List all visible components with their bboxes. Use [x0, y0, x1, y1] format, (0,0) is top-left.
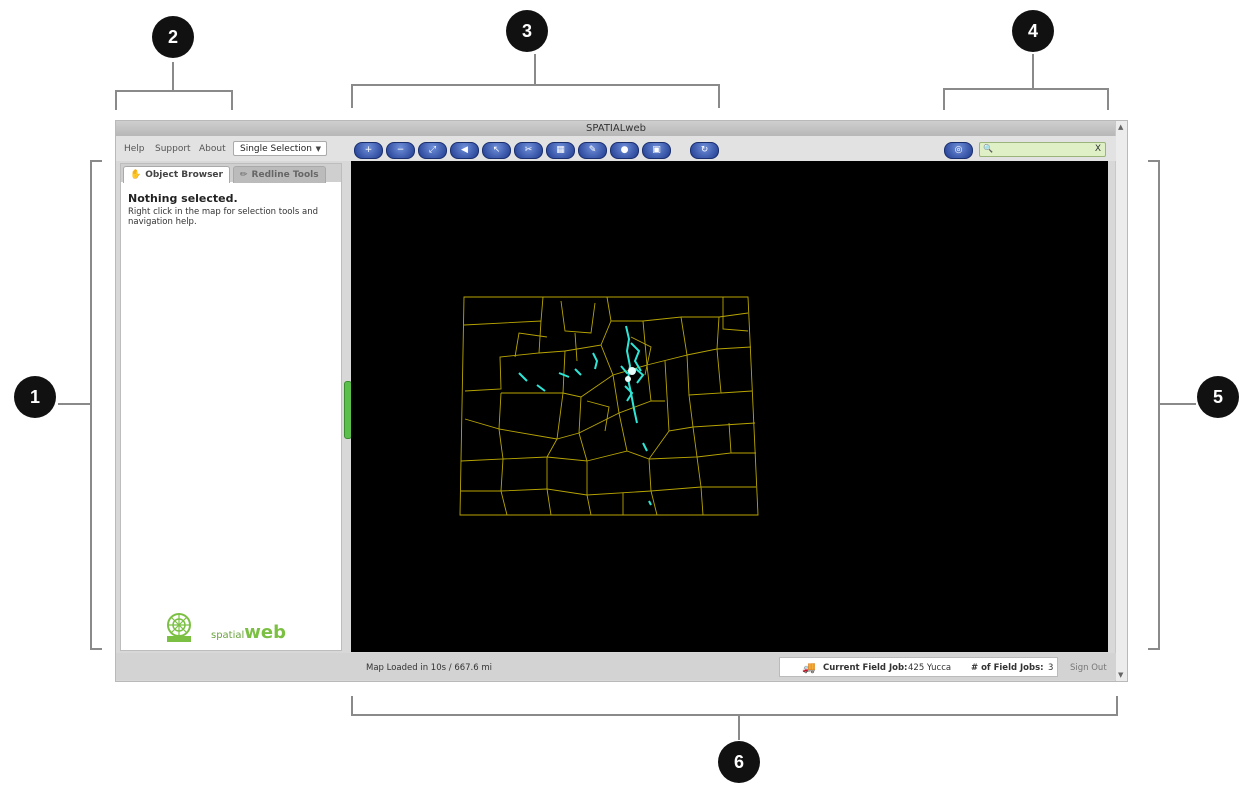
bracket-4-stem	[1032, 54, 1034, 88]
vertical-scrollbar[interactable]: ▲ ▼	[1115, 121, 1127, 681]
panel-tabs: ✋ Object Browser ✏ Redline Tools	[121, 164, 341, 183]
search-input[interactable]: 🔍 X	[979, 142, 1106, 157]
map-loaded-status: Map Loaded in 10s / 667.6 mi	[366, 663, 492, 673]
zoom-in-icon[interactable]: +	[354, 142, 383, 159]
pen-icon[interactable]: ✎	[578, 142, 607, 159]
clear-search-button[interactable]: X	[1095, 144, 1101, 154]
map-view[interactable]	[351, 161, 1108, 652]
logo-small-text: spatial	[211, 630, 245, 641]
locate-icon[interactable]: ◎	[944, 142, 973, 159]
chevron-down-icon: ▼	[315, 145, 321, 153]
selection-status-help: Right click in the map for selection too…	[128, 207, 318, 227]
window-title: SPATIALweb	[116, 121, 1116, 136]
toolbar: Help Support About Single Selection ▼ + …	[116, 136, 1116, 161]
selection-mode-dropdown[interactable]: Single Selection ▼	[233, 141, 327, 156]
bracket-5	[1148, 160, 1160, 650]
layers-icon[interactable]: ▦	[546, 142, 575, 159]
zoom-out-icon[interactable]: −	[386, 142, 415, 159]
support-link[interactable]: Support	[155, 144, 191, 154]
object-browser-panel: ✋ Object Browser ✏ Redline Tools Nothing s…	[120, 163, 342, 651]
tab-object-browser-label: Object Browser	[145, 170, 223, 180]
callout-4: 4	[1012, 10, 1054, 52]
bracket-2-stem	[172, 62, 174, 90]
bracket-1-stem	[58, 403, 90, 405]
county-boundaries	[459, 296, 759, 516]
callout-6: 6	[718, 741, 760, 783]
sign-out-link[interactable]: Sign Out	[1070, 663, 1107, 673]
about-link[interactable]: About	[199, 144, 226, 154]
logo-big-text: web	[244, 622, 287, 643]
bracket-5-stem	[1160, 403, 1196, 405]
selection-mode-value: Single Selection	[240, 144, 313, 154]
bracket-4	[943, 88, 1109, 110]
bracket-6	[351, 696, 1118, 716]
dense-feature-cluster	[625, 367, 636, 382]
callout-1: 1	[14, 376, 56, 418]
measure-icon[interactable]: ✂	[514, 142, 543, 159]
field-jobs-count-value: 3	[1048, 663, 1054, 673]
scroll-down-icon[interactable]: ▼	[1118, 671, 1123, 679]
tab-redline-tools-label: Redline Tools	[251, 170, 319, 180]
field-jobs-count-label: # of Field Jobs:	[971, 663, 1044, 673]
selection-status-title: Nothing selected.	[128, 192, 238, 205]
scroll-up-icon[interactable]: ▲	[1118, 123, 1123, 131]
tab-redline-tools[interactable]: ✏ Redline Tools	[233, 166, 326, 183]
object-browser-icon: ✋	[130, 170, 142, 180]
bracket-1	[90, 160, 102, 650]
spatialweb-logo-text: spatialweb	[211, 622, 286, 643]
status-bar: Map Loaded in 10s / 667.6 mi 🚚 Current F…	[116, 653, 1116, 680]
info-icon[interactable]: ●	[610, 142, 639, 159]
current-field-job-value: 425 Yucca	[908, 663, 952, 673]
map-canvas[interactable]	[351, 161, 1108, 652]
pencil-icon: ✏	[240, 170, 248, 180]
field-job-panel[interactable]: 🚚 Current Field Job: 425 Yucca # of Fiel…	[779, 657, 1058, 677]
callout-5: 5	[1197, 376, 1239, 418]
help-link[interactable]: Help	[124, 144, 145, 154]
print-icon[interactable]: ▣	[642, 142, 671, 159]
app-window: SPATIALweb ▲ ▼ Help Support About Single…	[115, 120, 1128, 682]
spatialweb-logo-icon	[167, 613, 191, 642]
tab-object-browser[interactable]: ✋ Object Browser	[123, 166, 230, 183]
zoom-extent-icon[interactable]: ⤢	[418, 142, 447, 159]
refresh-icon[interactable]: ↻	[690, 142, 719, 159]
bracket-6-stem	[738, 716, 740, 740]
bracket-2	[115, 90, 233, 110]
callout-2: 2	[152, 16, 194, 58]
current-field-job-label: Current Field Job:	[823, 663, 908, 673]
search-icon: 🔍	[983, 144, 993, 153]
truck-icon: 🚚	[802, 661, 816, 674]
select-icon[interactable]: ↖	[482, 142, 511, 159]
bracket-3	[351, 84, 720, 108]
callout-3: 3	[506, 10, 548, 52]
back-icon[interactable]: ◀	[450, 142, 479, 159]
bracket-3-stem	[534, 54, 536, 84]
